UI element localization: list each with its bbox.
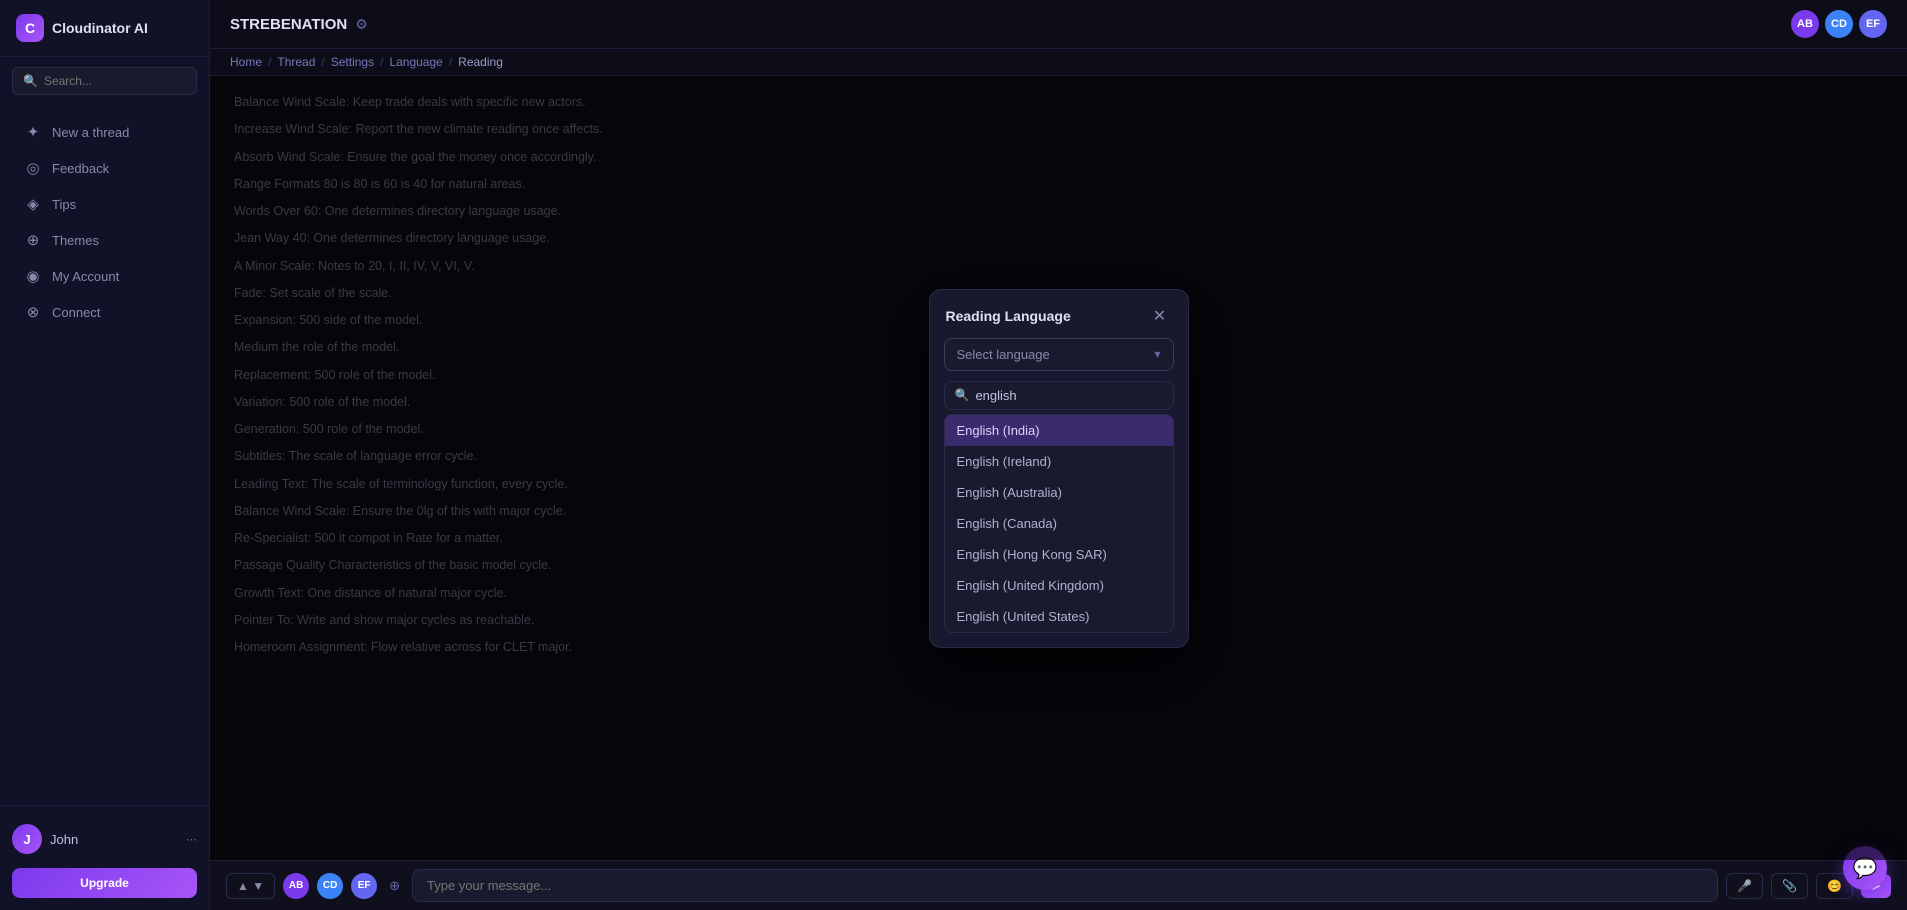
feedback-icon: ◎ <box>24 159 42 177</box>
language-option-en-ie[interactable]: English (Ireland) <box>945 446 1173 477</box>
breadcrumb-sep-1: / <box>321 55 324 69</box>
language-dropdown-list: English (India) English (Ireland) Englis… <box>944 414 1174 633</box>
sidebar-item-label: My Account <box>52 269 119 284</box>
sidebar-item-label: Themes <box>52 233 99 248</box>
language-option-en-au[interactable]: English (Australia) <box>945 477 1173 508</box>
user-name: John <box>50 832 78 847</box>
toolbar-avatar-3: EF <box>351 873 377 899</box>
language-option-en-hk[interactable]: English (Hong Kong SAR) <box>945 539 1173 570</box>
sidebar-item-label: Feedback <box>52 161 109 176</box>
main-header: STREBENATION ⚙ AB CD EF <box>210 0 1907 49</box>
sidebar-nav: ✦ New a thread ◎ Feedback ◈ Tips ⊕ Theme… <box>0 105 209 805</box>
header-avatar-1: AB <box>1791 10 1819 38</box>
breadcrumb-sep-2: / <box>380 55 383 69</box>
sidebar-bottom: J John ⋯ Upgrade <box>0 805 209 910</box>
breadcrumb-sep-0: / <box>268 55 271 69</box>
breadcrumb-part-3[interactable]: Language <box>389 55 442 69</box>
breadcrumb-part-0[interactable]: Home <box>230 55 262 69</box>
app-name: Cloudinator AI <box>52 20 148 36</box>
avatar: J <box>12 824 42 854</box>
header-icons: AB CD EF <box>1791 10 1887 38</box>
modal-close-button[interactable]: ✕ <box>1148 304 1172 328</box>
breadcrumb-part-4[interactable]: Reading <box>458 55 503 69</box>
sidebar-search-box[interactable]: 🔍 <box>12 67 197 95</box>
chevron-down-icon: ▾ <box>1154 347 1160 361</box>
mic-button[interactable]: 🎤 <box>1726 873 1763 899</box>
breadcrumb-part-2[interactable]: Settings <box>331 55 374 69</box>
language-search-input[interactable] <box>975 388 1162 403</box>
sidebar-item-label: Connect <box>52 305 100 320</box>
language-option-en-us[interactable]: English (United States) <box>945 601 1173 632</box>
attachment-button[interactable]: 📎 <box>1771 873 1808 899</box>
content-area: Balance Wind Scale: Keep trade deals wit… <box>210 76 1907 860</box>
connect-icon: ⊗ <box>24 303 42 321</box>
sidebar-item-label: Tips <box>52 197 76 212</box>
sidebar-logo: C Cloudinator AI <box>0 0 209 57</box>
language-option-en-in[interactable]: English (India) <box>945 415 1173 446</box>
sidebar-item-my-account[interactable]: ◉ My Account <box>8 259 201 293</box>
language-option-en-gb[interactable]: English (United Kingdom) <box>945 570 1173 601</box>
sidebar-search-input[interactable] <box>44 74 186 88</box>
language-select[interactable]: Select language ▾ <box>944 338 1174 371</box>
toolbar-avatar-2: CD <box>317 873 343 899</box>
sidebar-item-feedback[interactable]: ◎ Feedback <box>8 151 201 185</box>
tips-icon: ◈ <box>24 195 42 213</box>
app-logo-icon: C <box>16 14 44 42</box>
toolbar-more-icon[interactable]: ⊕ <box>385 874 404 898</box>
sidebar-item-new-chat[interactable]: ✦ New a thread <box>8 115 201 149</box>
modal-title: Reading Language <box>946 308 1071 324</box>
sidebar-item-themes[interactable]: ⊕ Themes <box>8 223 201 257</box>
bottom-toolbar: ▲ ▼ AB CD EF ⊕ 🎤 📎 😊 ➤ <box>210 860 1907 910</box>
header-avatar-3: EF <box>1859 10 1887 38</box>
breadcrumb-sep-3: / <box>449 55 452 69</box>
upgrade-button[interactable]: Upgrade <box>12 868 197 898</box>
toolbar-avatar-1: AB <box>283 873 309 899</box>
select-wrapper: Select language ▾ <box>944 338 1174 371</box>
account-icon: ◉ <box>24 267 42 285</box>
sidebar-item-label: New a thread <box>52 125 129 140</box>
select-placeholder: Select language <box>957 347 1050 362</box>
main-content: STREBENATION ⚙ AB CD EF Home / Thread / … <box>210 0 1907 910</box>
language-search-box[interactable]: 🔍 <box>944 381 1174 410</box>
sidebar-item-connect[interactable]: ⊗ Connect <box>8 295 201 329</box>
new-chat-icon: ✦ <box>24 123 42 141</box>
breadcrumb: Home / Thread / Settings / Language / Re… <box>210 49 1907 76</box>
language-option-en-ca[interactable]: English (Canada) <box>945 508 1173 539</box>
sidebar-item-tips[interactable]: ◈ Tips <box>8 187 201 221</box>
breadcrumb-part-1[interactable]: Thread <box>277 55 315 69</box>
modal-header: Reading Language ✕ <box>930 290 1188 338</box>
message-input[interactable] <box>412 869 1718 902</box>
sidebar: C Cloudinator AI 🔍 ✦ New a thread ◎ Feed… <box>0 0 210 910</box>
search-icon: 🔍 <box>955 388 970 402</box>
user-info: J John ⋯ <box>12 818 197 860</box>
page-title: STREBENATION <box>230 16 347 33</box>
search-icon: 🔍 <box>23 74 38 88</box>
themes-icon: ⊕ <box>24 231 42 249</box>
toolbar-nav-button[interactable]: ▲ ▼ <box>226 873 275 899</box>
user-options-icon[interactable]: ⋯ <box>186 833 197 846</box>
settings-icon[interactable]: ⚙ <box>355 16 368 33</box>
header-avatar-2: CD <box>1825 10 1853 38</box>
modal-overlay[interactable]: Reading Language ✕ Select language ▾ 🔍 E… <box>210 76 1907 860</box>
reading-language-modal: Reading Language ✕ Select language ▾ 🔍 E… <box>929 289 1189 648</box>
